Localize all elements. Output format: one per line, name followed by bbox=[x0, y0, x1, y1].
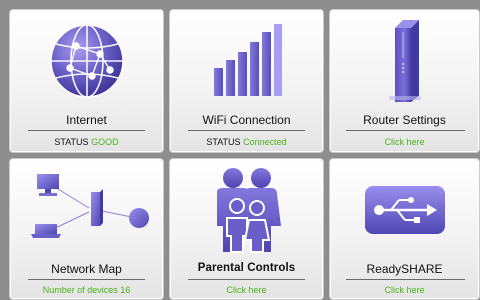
tile-internet[interactable]: Internet STATUS GOOD bbox=[9, 9, 164, 153]
wifi-status: STATUS Connected bbox=[170, 137, 323, 147]
globe-icon bbox=[10, 16, 163, 106]
router-settings-link[interactable]: Click here bbox=[330, 137, 479, 147]
tile-router-settings[interactable]: Router Settings Click here bbox=[329, 9, 480, 153]
tile-title: Internet bbox=[66, 113, 107, 127]
router-icon bbox=[330, 16, 479, 106]
tile-title: WiFi Connection bbox=[202, 113, 291, 127]
family-icon bbox=[170, 165, 323, 255]
divider bbox=[188, 130, 305, 131]
status-value: Connected bbox=[243, 137, 287, 147]
tile-readyshare[interactable]: ReadySHARE Click here bbox=[329, 158, 480, 300]
usb-icon bbox=[330, 165, 479, 255]
readyshare-link[interactable]: Click here bbox=[330, 285, 479, 295]
tile-wifi-connection[interactable]: WiFi Connection STATUS Connected bbox=[169, 9, 324, 153]
divider bbox=[346, 279, 465, 280]
divider bbox=[28, 279, 145, 280]
status-label: STATUS bbox=[54, 137, 89, 147]
tile-title: Router Settings bbox=[363, 113, 446, 127]
tile-title: Network Map bbox=[51, 262, 122, 276]
network-map-icon bbox=[10, 165, 163, 255]
tile-network-map[interactable]: Network Map Number of devices 16 bbox=[9, 158, 164, 300]
signal-bars-icon bbox=[170, 16, 323, 106]
internet-status: STATUS GOOD bbox=[10, 137, 163, 147]
divider bbox=[188, 279, 305, 280]
dashboard-grid: Internet STATUS GOOD WiFi Connection STA… bbox=[0, 0, 480, 300]
parental-controls-link[interactable]: Click here bbox=[170, 285, 323, 295]
status-label: STATUS bbox=[206, 137, 241, 147]
tile-parental-controls[interactable]: Parental Controls Click here bbox=[169, 158, 324, 300]
tile-title: ReadySHARE bbox=[366, 262, 443, 276]
divider bbox=[28, 130, 145, 131]
device-count: Number of devices 16 bbox=[42, 285, 131, 295]
tile-title: Parental Controls bbox=[197, 262, 296, 274]
status-value: GOOD bbox=[91, 137, 119, 147]
divider bbox=[346, 130, 465, 131]
